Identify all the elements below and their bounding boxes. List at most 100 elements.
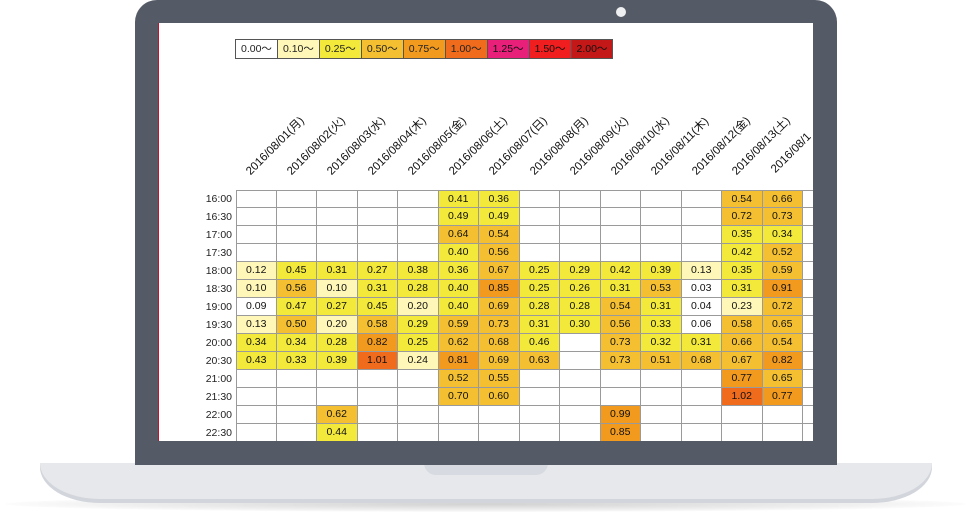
heatmap-cell: 0.68 <box>479 334 520 352</box>
heatmap-cell <box>236 424 277 441</box>
heatmap-cell <box>681 406 722 424</box>
heatmap-cell <box>398 370 439 388</box>
heatmap-cell <box>357 406 398 424</box>
heatmap-cell: 0.65 <box>762 370 803 388</box>
heatmap-cell <box>803 424 813 441</box>
heatmap-cell: 0.66 <box>722 334 763 352</box>
heatmap-cell: 0.60 <box>479 388 520 406</box>
heatmap-cell: 0.38 <box>398 262 439 280</box>
heatmap-cell: 0.33 <box>641 316 682 334</box>
heatmap-cell <box>317 226 358 244</box>
heatmap-cell: 0.91 <box>762 280 803 298</box>
time-label: 21:00 <box>205 373 232 385</box>
heatmap-cell <box>317 244 358 262</box>
heatmap-cell: 0.73 <box>762 208 803 226</box>
heatmap-cell: 0.73 <box>479 316 520 334</box>
heatmap-cell: 0.35 <box>722 262 763 280</box>
heatmap-cell <box>803 208 813 226</box>
heatmap-cell <box>560 226 601 244</box>
heatmap-cell: 0.40 <box>438 298 479 316</box>
heatmap-cell <box>803 316 813 334</box>
heatmap-cell <box>519 388 560 406</box>
heatmap-cell: 0.34 <box>276 334 317 352</box>
heatmap-cell <box>357 226 398 244</box>
heatmap-cell <box>398 406 439 424</box>
heatmap-cell <box>560 208 601 226</box>
heatmap-cell: 0.20 <box>317 316 358 334</box>
heatmap-cell <box>276 388 317 406</box>
heatmap-cell <box>357 370 398 388</box>
heatmap-cell <box>560 190 601 208</box>
heatmap-cell: 0.27 <box>357 262 398 280</box>
heatmap-cell <box>276 190 317 208</box>
heatmap-cell <box>641 388 682 406</box>
heatmap-cell: 0.36 <box>438 262 479 280</box>
heatmap-cell <box>600 226 641 244</box>
heatmap-cell <box>398 226 439 244</box>
heatmap-cell: 0.04 <box>681 298 722 316</box>
heatmap-cell <box>236 226 277 244</box>
heatmap-cell: 0.34 <box>762 226 803 244</box>
screen: 0.00〜 0.10〜 0.25〜 0.50〜 0.75〜 1.00〜 1.25〜 1.50〜… <box>158 23 813 441</box>
heatmap-cell <box>600 208 641 226</box>
heatmap-cell: 0.52 <box>438 370 479 388</box>
heatmap-cell <box>641 244 682 262</box>
heatmap-cell: 0.31 <box>519 316 560 334</box>
heatmap-cell <box>357 190 398 208</box>
heatmap-cell: 0.29 <box>560 262 601 280</box>
heatmap-cell <box>276 406 317 424</box>
heatmap-cell: 0.44 <box>317 424 358 441</box>
heatmap-cell: 0.66 <box>762 190 803 208</box>
heatmap-cell: 1.02 <box>722 388 763 406</box>
heatmap-cell <box>398 244 439 262</box>
heatmap-cell <box>803 352 813 370</box>
heatmap-cell: 0.56 <box>600 316 641 334</box>
heatmap-cell <box>276 424 317 441</box>
heatmap-cell: 0.13 <box>681 262 722 280</box>
time-label: 19:30 <box>205 319 232 331</box>
heatmap-cell <box>803 370 813 388</box>
heatmap-cell: 0.30 <box>560 316 601 334</box>
heatmap-cell: 0.36 <box>479 190 520 208</box>
heatmap-cell <box>479 406 520 424</box>
heatmap-cell <box>803 226 813 244</box>
heatmap-cell <box>560 406 601 424</box>
time-labels: 16:00 16:30 17:00 17:30 18:00 18:30 19:00 19:30… <box>188 190 232 441</box>
heatmap-cell: 0.49 <box>438 208 479 226</box>
heatmap-cell: 0.10 <box>317 280 358 298</box>
heatmap-cell <box>803 406 813 424</box>
heatmap-cell: 0.45 <box>276 262 317 280</box>
heatmap-cell <box>722 424 763 441</box>
heatmap-cell: 0.25 <box>519 280 560 298</box>
heatmap-cell: 0.59 <box>438 316 479 334</box>
heatmap-cell <box>519 208 560 226</box>
heatmap-cell: 0.55 <box>479 370 520 388</box>
heatmap-cell: 0.39 <box>317 352 358 370</box>
heatmap-cell <box>479 424 520 441</box>
heatmap-cell <box>803 334 813 352</box>
heatmap-cell: 0.42 <box>600 262 641 280</box>
heatmap-cell: 0.63 <box>519 352 560 370</box>
heatmap-cell: 0.46 <box>519 334 560 352</box>
heatmap-cell <box>317 208 358 226</box>
heatmap-cell <box>803 244 813 262</box>
heatmap-cell: 0.59 <box>762 262 803 280</box>
heatmap-cell: 0.72 <box>762 298 803 316</box>
heatmap-cell: 0.53 <box>641 280 682 298</box>
heatmap-cell <box>600 244 641 262</box>
heatmap-cell <box>276 244 317 262</box>
heatmap-cell <box>641 208 682 226</box>
heatmap-cell <box>276 208 317 226</box>
heatmap-cell: 0.20 <box>398 298 439 316</box>
heatmap-cell: 0.81 <box>438 352 479 370</box>
heatmap-cell: 0.62 <box>438 334 479 352</box>
heatmap-cell: 0.28 <box>398 280 439 298</box>
heatmap-cell <box>641 406 682 424</box>
heatmap-cell: 0.41 <box>438 190 479 208</box>
heatmap-cell: 0.58 <box>357 316 398 334</box>
heatmap-cell <box>600 370 641 388</box>
heatmap-cell: 0.52 <box>762 244 803 262</box>
heatmap-cell: 0.82 <box>357 334 398 352</box>
heatmap-cell: 0.09 <box>236 298 277 316</box>
heatmap-cell: 0.58 <box>722 316 763 334</box>
